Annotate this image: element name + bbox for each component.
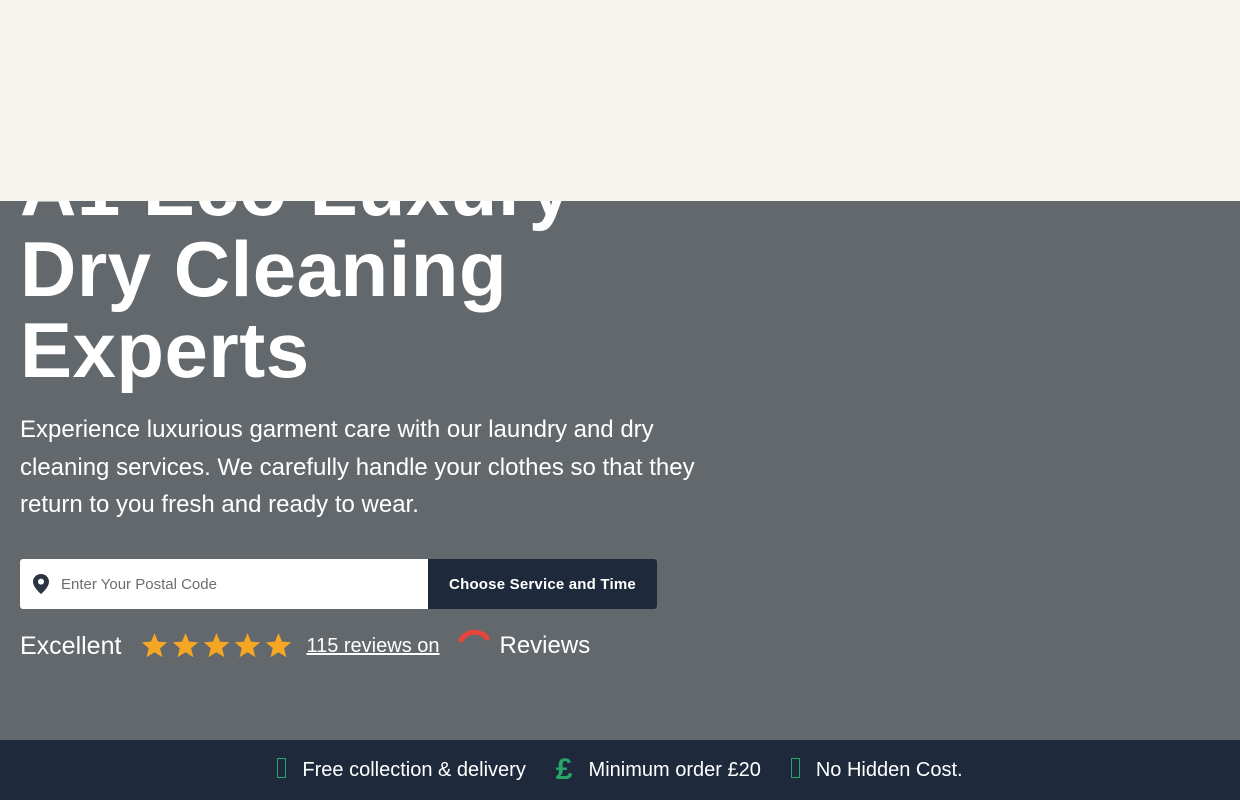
reviews-link[interactable]: 115 reviews on	[306, 635, 439, 658]
review-platform-logo-icon	[458, 629, 489, 643]
rating-label: Excellent	[20, 631, 122, 660]
star-icon	[204, 633, 230, 658]
feature-free-delivery: Free collection & delivery	[277, 757, 526, 783]
hero-title-line: Dry Cleaning	[20, 225, 508, 313]
feature-label: Free collection & delivery	[302, 758, 526, 781]
star-icon	[266, 633, 292, 658]
site-header	[0, 0, 1240, 201]
postcode-input[interactable]	[59, 559, 413, 609]
star-rating	[141, 633, 296, 659]
postcode-form: Choose Service and Time	[20, 559, 657, 609]
feature-label: Minimum order £20	[588, 758, 761, 781]
tag-icon	[790, 757, 800, 783]
feature-bar: Free collection & delivery £ Minimum ord…	[0, 740, 1240, 800]
postcode-field[interactable]	[20, 559, 428, 609]
feature-label: No Hidden Cost.	[815, 758, 963, 781]
location-pin-icon	[33, 574, 49, 594]
choose-service-button[interactable]: Choose Service and Time	[428, 559, 657, 609]
reviews-word: Reviews	[499, 632, 591, 659]
hero-description: Experience luxurious garment care with o…	[20, 416, 695, 518]
feature-minimum-order: £ Minimum order £20	[556, 755, 761, 785]
rating-row: Excellent 115 reviews on Reviews	[20, 626, 590, 666]
star-icon	[235, 633, 261, 658]
feature-no-hidden-cost: No Hidden Cost.	[790, 757, 963, 783]
hero-title-line: Experts	[20, 306, 310, 394]
truck-icon	[277, 757, 287, 783]
pound-icon: £	[555, 753, 573, 786]
star-icon	[142, 633, 168, 658]
star-icon	[173, 633, 199, 658]
